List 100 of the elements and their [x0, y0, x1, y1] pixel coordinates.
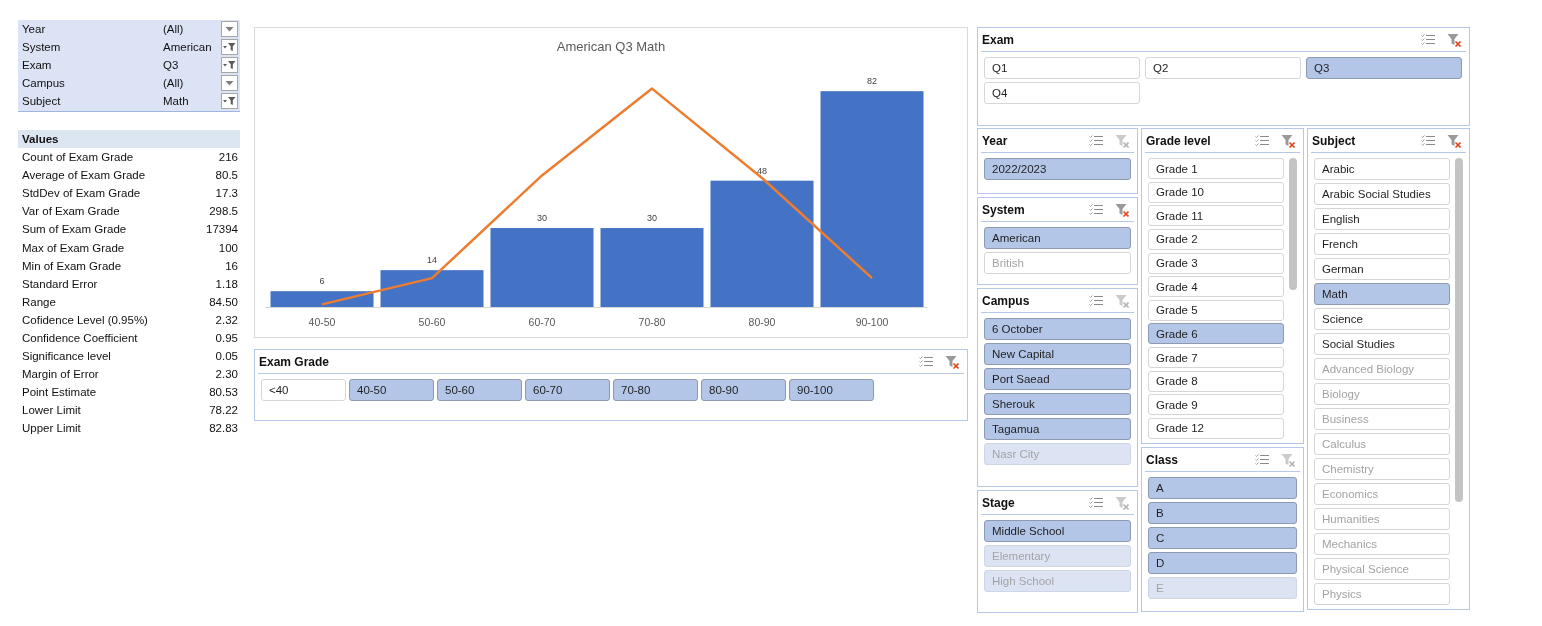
slicer-item[interactable]: Arabic — [1314, 158, 1450, 180]
row-label: Standard Error — [22, 277, 98, 290]
slicer-item[interactable]: Q2 — [1145, 57, 1301, 79]
row-label: Var of Exam Grade — [22, 205, 120, 218]
slicer-item[interactable]: 2022/2023 — [984, 158, 1131, 180]
slicer-item[interactable]: 50-60 — [437, 379, 522, 401]
slicer-item[interactable]: 40-50 — [349, 379, 434, 401]
filter-dropdown-icon[interactable] — [221, 93, 238, 109]
filter-value: (All) — [163, 23, 185, 35]
slicer-item[interactable]: Grade 10 — [1148, 181, 1284, 203]
slicer-item[interactable]: D — [1148, 552, 1297, 574]
slicer-title: Class — [1146, 452, 1179, 467]
slicer-item[interactable]: Grade 4 — [1148, 276, 1284, 298]
row-label: Sum of Exam Grade — [22, 223, 127, 236]
clear-filter-icon[interactable] — [945, 354, 959, 369]
slicer-item[interactable]: English — [1314, 208, 1450, 230]
filter-value: Q3 — [163, 59, 180, 71]
slicer-title: Year — [982, 133, 1008, 148]
row-value: 2.32 — [215, 313, 238, 326]
row-label: Cofidence Level (0.95%) — [22, 313, 148, 326]
slicer-item[interactable]: American — [984, 227, 1131, 249]
slicer-item[interactable]: 60-70 — [525, 379, 610, 401]
filter-value: (All) — [163, 77, 185, 89]
row-label: Max of Exam Grade — [22, 241, 125, 254]
multi-select-icon[interactable] — [1421, 134, 1435, 147]
data-label: 14 — [427, 255, 437, 266]
slicer-item[interactable]: Grade 11 — [1148, 205, 1284, 227]
slicer-item[interactable]: Grade 7 — [1148, 347, 1284, 368]
slicer-title: Exam — [982, 32, 1015, 47]
axis-label: 50-60 — [418, 316, 446, 328]
slicer-item[interactable]: Q1 — [984, 57, 1140, 79]
slicer-item[interactable]: Tagamua — [984, 418, 1131, 440]
slicer-item[interactable]: Grade 3 — [1148, 252, 1284, 274]
filter-field-label: Exam — [22, 59, 53, 71]
slicer-item[interactable]: 6 October — [984, 318, 1131, 340]
row-label: Range — [22, 295, 56, 308]
clear-filter-icon[interactable] — [1115, 495, 1129, 510]
slicer-item[interactable]: <40 — [261, 379, 346, 401]
slicer-item[interactable]: B — [1148, 502, 1297, 524]
clear-filter-icon[interactable] — [1115, 293, 1129, 308]
clear-filter-icon[interactable] — [1115, 133, 1129, 148]
clear-filter-icon[interactable] — [1281, 133, 1295, 148]
slicer-item[interactable]: Science — [1314, 308, 1450, 330]
row-value: 16 — [225, 259, 238, 272]
slicer-item[interactable]: German — [1314, 258, 1450, 280]
slicer-item[interactable]: 80-90 — [701, 379, 786, 401]
slicer-item[interactable]: Arabic Social Studies — [1314, 183, 1450, 205]
slicer-item[interactable]: New Capital — [984, 343, 1131, 365]
data-label: 30 — [537, 213, 547, 224]
slicer-item[interactable]: Grade 6 — [1148, 323, 1284, 345]
slicer-item[interactable]: A — [1148, 477, 1297, 499]
filter-field-label: Campus — [22, 77, 66, 89]
clear-filter-icon[interactable] — [1447, 32, 1461, 47]
row-label: Significance level — [22, 350, 111, 363]
row-label: Point Estimate — [22, 386, 97, 399]
slicer-item[interactable]: C — [1148, 527, 1297, 549]
slicer-item[interactable]: Social Studies — [1314, 333, 1450, 355]
multi-select-icon[interactable] — [1089, 496, 1103, 509]
filter-dropdown-icon[interactable] — [221, 39, 238, 55]
row-value: 2.30 — [215, 368, 238, 381]
clear-filter-icon[interactable] — [1447, 133, 1461, 148]
filter-field-label: Year — [22, 23, 47, 35]
row-label: Margin of Error — [22, 368, 99, 381]
slicer-item[interactable]: Math — [1314, 283, 1450, 305]
slicer-item[interactable]: French — [1314, 233, 1450, 255]
slicer-item[interactable]: Grade 8 — [1148, 370, 1284, 392]
filter-field-label: Subject — [22, 95, 62, 107]
slicer-item[interactable]: Q4 — [984, 82, 1140, 104]
slicer-item[interactable]: 90-100 — [789, 379, 874, 401]
slicer-item[interactable]: Grade 9 — [1148, 394, 1284, 416]
filter-dropdown-icon[interactable] — [221, 57, 238, 73]
slicer-item[interactable]: Grade 1 — [1148, 158, 1284, 179]
slicer-item[interactable]: Q3 — [1306, 57, 1462, 79]
slicer-item[interactable]: Grade 12 — [1148, 417, 1284, 439]
row-value: 80.53 — [209, 386, 238, 399]
clear-filter-icon[interactable] — [1281, 452, 1295, 467]
multi-select-icon[interactable] — [1255, 134, 1269, 147]
chart-title: American Q3 Math — [556, 39, 666, 54]
clear-filter-icon[interactable] — [1115, 202, 1129, 217]
multi-select-icon[interactable] — [1089, 294, 1103, 307]
scrollbar-thumb[interactable] — [1455, 158, 1463, 502]
row-value: 80.5 — [215, 169, 238, 182]
slicer-item[interactable]: Port Saead — [984, 368, 1131, 390]
slicer-item[interactable]: Sherouk — [984, 393, 1131, 415]
axis-label: 70-80 — [638, 316, 666, 328]
multi-select-icon[interactable] — [1255, 453, 1269, 466]
multi-select-icon[interactable] — [1089, 134, 1103, 147]
multi-select-icon[interactable] — [1089, 203, 1103, 216]
slicer-item[interactable]: 70-80 — [613, 379, 698, 401]
filter-field-label: System — [22, 41, 62, 53]
filter-value: American — [163, 41, 213, 53]
filter-value: Math — [163, 95, 190, 107]
multi-select-icon[interactable] — [1421, 33, 1435, 46]
multi-select-icon[interactable] — [919, 355, 933, 368]
slicer-item[interactable]: Grade 5 — [1148, 299, 1284, 321]
row-label: Count of Exam Grade — [22, 151, 134, 164]
slicer-item[interactable]: Grade 2 — [1148, 228, 1284, 250]
scrollbar-thumb[interactable] — [1289, 158, 1297, 290]
slicer-title: Campus — [982, 293, 1030, 308]
slicer-item[interactable]: Middle School — [984, 520, 1131, 542]
